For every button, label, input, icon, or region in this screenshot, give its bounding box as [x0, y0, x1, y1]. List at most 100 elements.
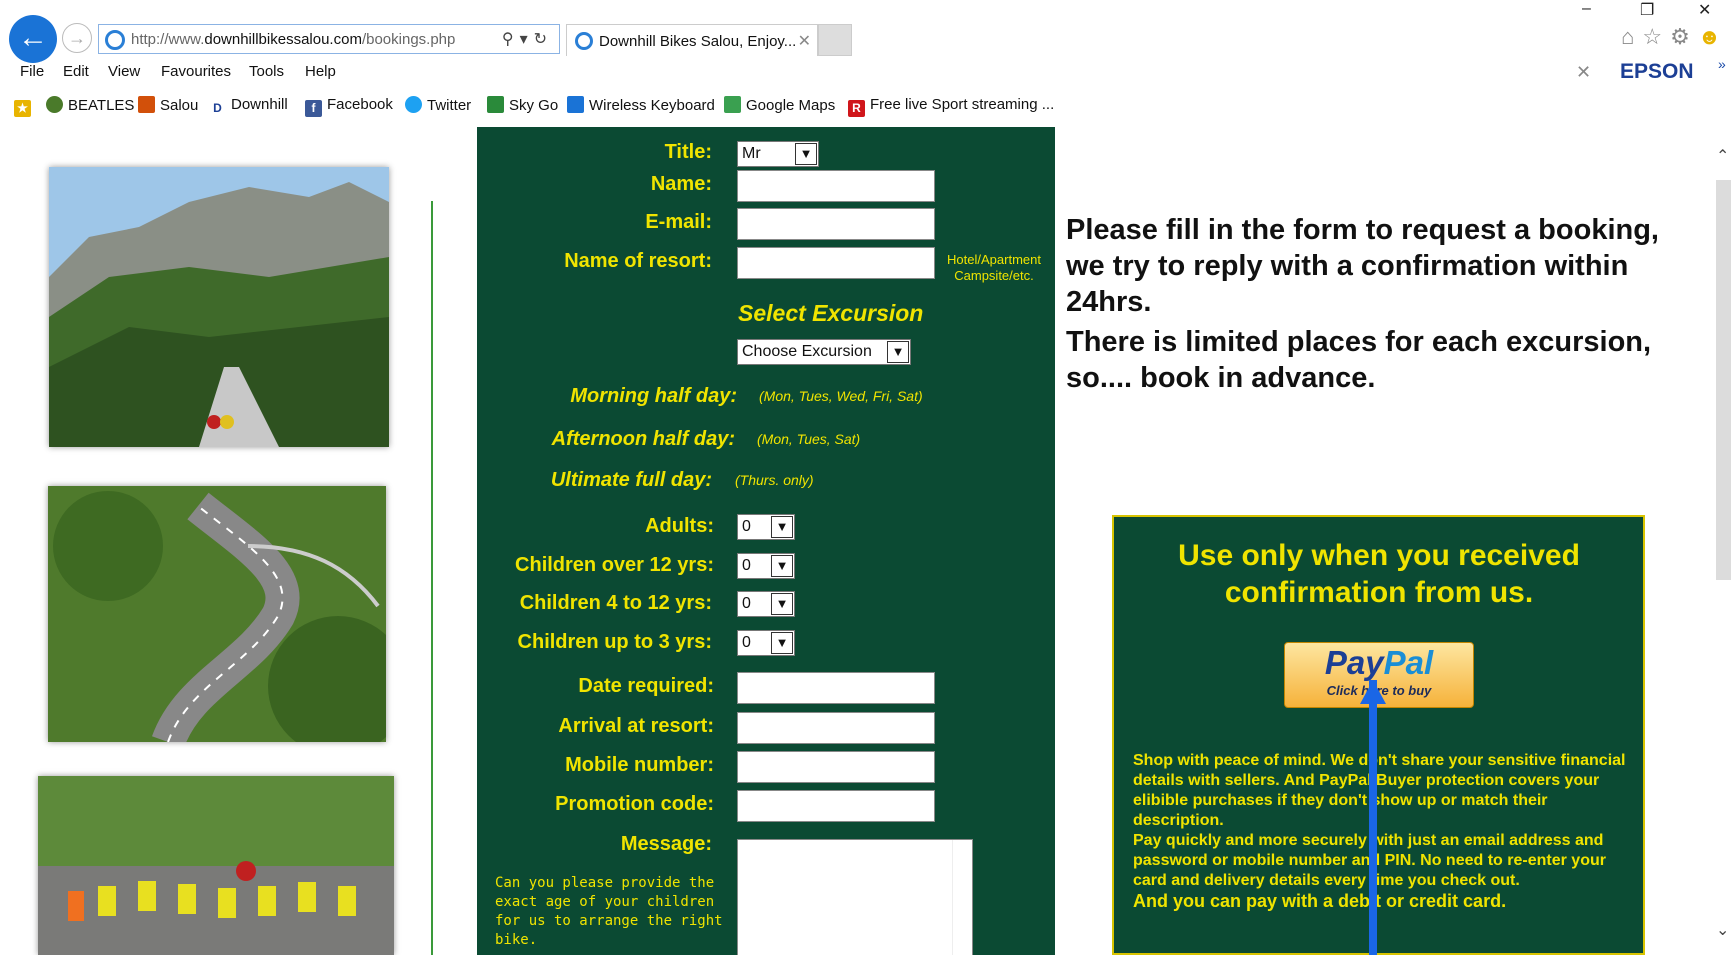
photo-mountain-road — [49, 167, 389, 447]
paypal-heading: Use only when you received confirmation … — [1178, 539, 1580, 609]
date-field[interactable] — [737, 672, 935, 704]
close-window-icon[interactable]: ✕ — [1698, 0, 1711, 20]
toolbar-icons: ⌂☆⚙☻ — [1621, 24, 1729, 50]
email-label: E-mail: — [645, 211, 712, 233]
fav-twitter[interactable]: Twitter — [405, 96, 471, 114]
adults-label: Adults: — [645, 515, 714, 537]
ultimate-label: Ultimate full day: — [550, 469, 712, 491]
upto3-label: Children up to 3 yrs: — [517, 631, 712, 653]
address-bar[interactable]: http://www.downhillbikessalou.com/bookin… — [98, 24, 560, 54]
menu-view[interactable]: View — [108, 63, 140, 80]
fav-free-sport[interactable]: R Free live Sport streaming ... — [848, 96, 1054, 117]
menu-bar: File Edit View Favourites Tools Help — [0, 60, 1735, 86]
message-note: Can you please provide the exact age of … — [495, 875, 723, 948]
back-button[interactable]: ← — [9, 15, 57, 63]
ultimate-days: (Thurs. only) — [735, 472, 814, 488]
resort-field[interactable] — [737, 247, 935, 279]
favourites-star-icon[interactable]: ★ — [14, 96, 36, 117]
address-tools-icon[interactable]: ⚲▾↻ — [502, 29, 553, 49]
fav-facebook[interactable]: f Facebook — [305, 96, 393, 117]
paypal-text-1: Shop with peace of mind. We don't share … — [1133, 752, 1626, 829]
divider-line — [431, 201, 433, 955]
paypal-text-2: Pay quickly and more securely with just … — [1133, 832, 1606, 889]
morning-label: Morning half day: — [570, 385, 737, 407]
info-para-1: Please fill in the form to request a boo… — [1066, 214, 1659, 318]
upto3-select-value: 0 — [742, 634, 751, 651]
mobile-label: Mobile number: — [565, 754, 714, 776]
afternoon-label: Afternoon half day: — [551, 428, 735, 450]
select-excursion-heading: Select Excursion — [738, 300, 924, 326]
morning-days: (Mon, Tues, Wed, Fri, Sat) — [759, 388, 923, 404]
fav-downhill[interactable]: D Downhill — [209, 96, 288, 117]
email-field[interactable] — [737, 208, 935, 240]
fav-google-maps[interactable]: Google Maps — [724, 96, 835, 114]
textarea-scrollbar[interactable] — [952, 840, 972, 955]
fav-beatles[interactable]: BEATLES — [46, 96, 134, 114]
tab-ie-icon — [575, 32, 593, 50]
over12-label: Children over 12 yrs: — [515, 554, 714, 576]
fav-sky-go[interactable]: Sky Go — [487, 96, 558, 114]
page-scrollbar[interactable]: ⌃ ⌄ — [1712, 140, 1735, 955]
fav-wireless-keyboard[interactable]: Wireless Keyboard — [567, 96, 715, 114]
promo-field[interactable] — [737, 790, 935, 822]
address-url: http://www.downhillbikessalou.com/bookin… — [131, 31, 456, 48]
fav-salou[interactable]: Salou — [138, 96, 198, 114]
title-label: Title: — [664, 141, 712, 163]
chevron-down-icon: ▼ — [887, 341, 909, 363]
paypal-description: Shop with peace of mind. We don't share … — [1133, 751, 1633, 911]
menu-help[interactable]: Help — [305, 63, 336, 80]
menu-file[interactable]: File — [20, 63, 44, 80]
booking-info: Please fill in the form to request a boo… — [1066, 212, 1666, 400]
chevron-down-icon: ▼ — [795, 143, 817, 165]
smiley-icon[interactable]: ☻ — [1698, 24, 1729, 49]
close-toolbar-icon[interactable]: ✕ — [1576, 62, 1591, 83]
resort-label: Name of resort: — [564, 250, 712, 272]
over12-select[interactable]: 0 ▼ — [737, 553, 795, 579]
booking-form: Title: Mr ▼ Name: E-mail: Name of resort… — [477, 127, 1055, 955]
page-content: Title: Mr ▼ Name: E-mail: Name of resort… — [8, 124, 1718, 955]
chevron-down-icon: ▼ — [771, 516, 793, 538]
forward-button[interactable]: → — [62, 23, 92, 53]
resort-note: Hotel/Apartment Campsite/etc. — [947, 252, 1041, 283]
new-tab-button[interactable] — [818, 24, 852, 56]
message-label: Message: — [620, 833, 712, 855]
tab-active[interactable]: Downhill Bikes Salou, Enjoy... ✕ — [566, 24, 818, 56]
promo-label: Promotion code: — [555, 793, 714, 815]
title-select[interactable]: Mr ▼ — [737, 141, 819, 167]
star-icon[interactable]: ☆ — [1642, 24, 1670, 49]
kids4to12-select[interactable]: 0 ▼ — [737, 591, 795, 617]
excursion-select[interactable]: Choose Excursion ▼ — [737, 339, 911, 365]
name-field[interactable] — [737, 170, 935, 202]
epson-toolbar[interactable]: EPSON — [1620, 60, 1694, 84]
paypal-text-3: And you can pay with a debit or credit c… — [1133, 891, 1507, 911]
tab-close-icon[interactable]: ✕ — [798, 31, 811, 51]
scroll-thumb[interactable] — [1716, 180, 1731, 580]
chevron-down-icon: ▼ — [771, 555, 793, 577]
menu-edit[interactable]: Edit — [63, 63, 89, 80]
gear-icon[interactable]: ⚙ — [1670, 24, 1698, 49]
excursion-select-value: Choose Excursion — [742, 343, 872, 360]
paypal-panel: Use only when you received confirmation … — [1112, 515, 1645, 955]
menu-tools[interactable]: Tools — [249, 63, 284, 80]
title-select-value: Mr — [742, 145, 761, 162]
menu-favourites[interactable]: Favourites — [161, 63, 231, 80]
ie-page-icon — [105, 30, 125, 50]
minimize-icon[interactable]: – — [1582, 0, 1591, 18]
message-textarea[interactable] — [737, 839, 973, 955]
mobile-field[interactable] — [737, 751, 935, 783]
scroll-down-icon[interactable]: ⌄ — [1716, 920, 1729, 940]
name-label: Name: — [650, 173, 712, 195]
arrival-label: Arrival at resort: — [558, 715, 714, 737]
adults-select[interactable]: 0 ▼ — [737, 514, 795, 540]
info-para-2: There is limited places for each excursi… — [1066, 326, 1652, 394]
favourites-bar: ★ BEATLES Salou D Downhill f Facebook Twit… — [0, 92, 1735, 120]
scroll-up-icon[interactable]: ⌃ — [1716, 146, 1729, 166]
upto3-select[interactable]: 0 ▼ — [737, 630, 795, 656]
home-icon[interactable]: ⌂ — [1621, 24, 1642, 49]
arrival-field[interactable] — [737, 712, 935, 744]
date-label: Date required: — [578, 675, 714, 697]
chevron-more-icon[interactable]: » — [1718, 56, 1726, 72]
paypal-logo: PayPal — [1324, 644, 1434, 681]
restore-icon[interactable]: ❐ — [1640, 0, 1654, 20]
tab-title: Downhill Bikes Salou, Enjoy... — [599, 33, 797, 50]
